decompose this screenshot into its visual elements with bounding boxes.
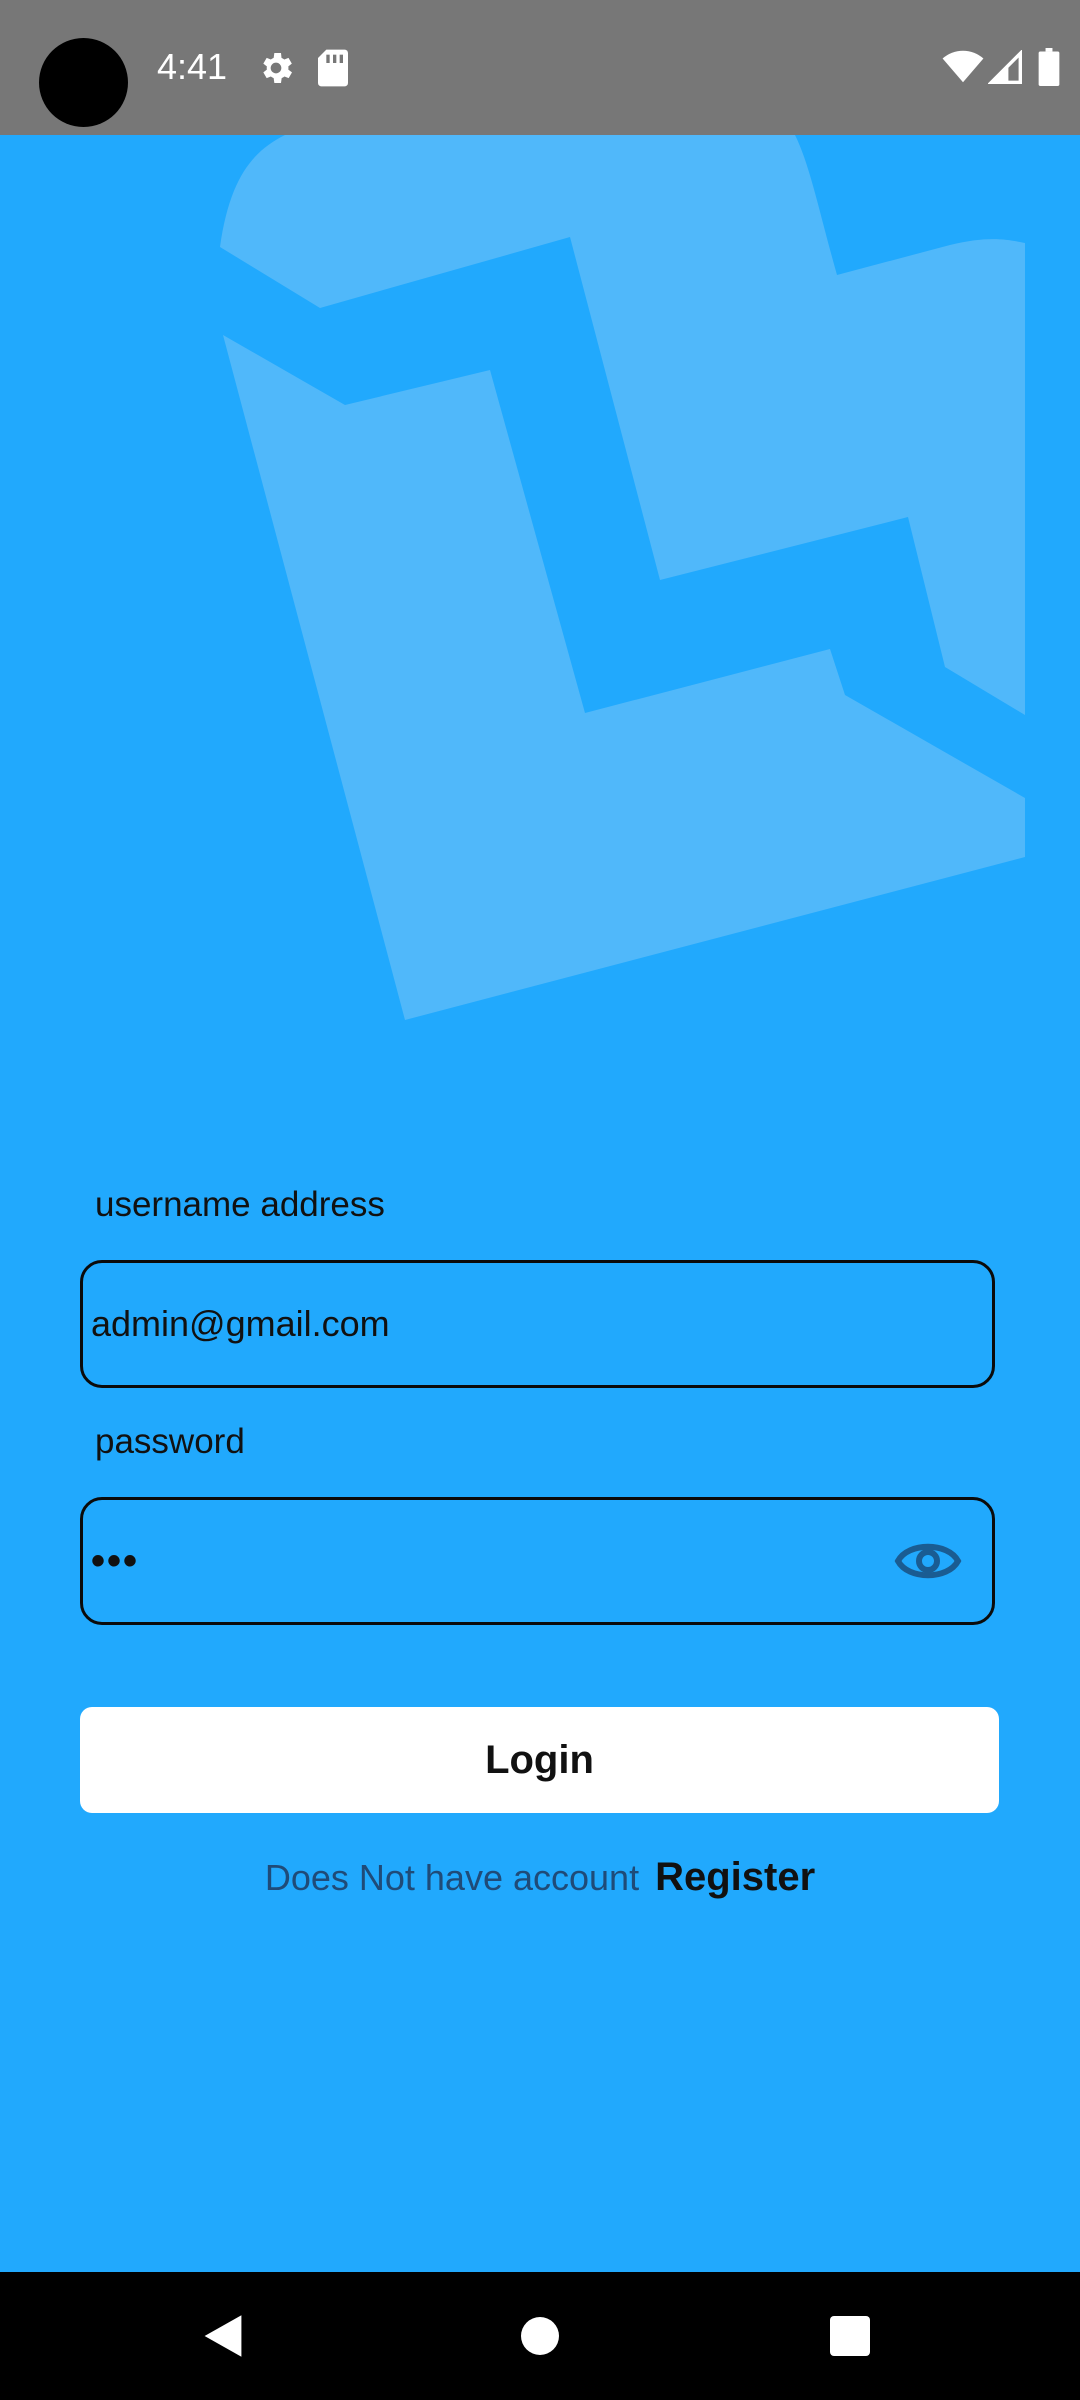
settings-icon [256, 48, 296, 93]
status-bar: 4:41 [0, 0, 1080, 135]
status-time: 4:41 [157, 46, 228, 87]
navigation-bar [0, 2272, 1080, 2400]
home-icon[interactable] [520, 2272, 560, 2400]
camera-cutout [39, 38, 128, 127]
battery-icon [1038, 48, 1060, 91]
cell-signal-icon [987, 49, 1022, 89]
recents-icon[interactable] [830, 2272, 870, 2400]
password-value: ••• [91, 1538, 140, 1583]
wifi-icon [942, 50, 984, 89]
username-label: username address [95, 1185, 385, 1224]
password-label: password [95, 1422, 245, 1461]
sd-card-icon [316, 48, 350, 93]
register-link[interactable]: Register [655, 1855, 815, 1899]
username-input[interactable]: admin@gmail.com [80, 1260, 995, 1388]
eye-icon[interactable] [894, 1530, 962, 1597]
login-button[interactable]: Login [80, 1707, 999, 1813]
login-screen: username address admin@gmail.com passwor… [0, 135, 1080, 2272]
logo-watermark [220, 135, 1025, 1020]
back-icon[interactable] [200, 2272, 246, 2400]
register-row: Does Not have account Register [0, 1855, 1080, 1900]
username-value: admin@gmail.com [91, 1303, 390, 1344]
password-input[interactable]: ••• [80, 1497, 995, 1625]
register-prompt: Does Not have account [264, 1857, 640, 1898]
